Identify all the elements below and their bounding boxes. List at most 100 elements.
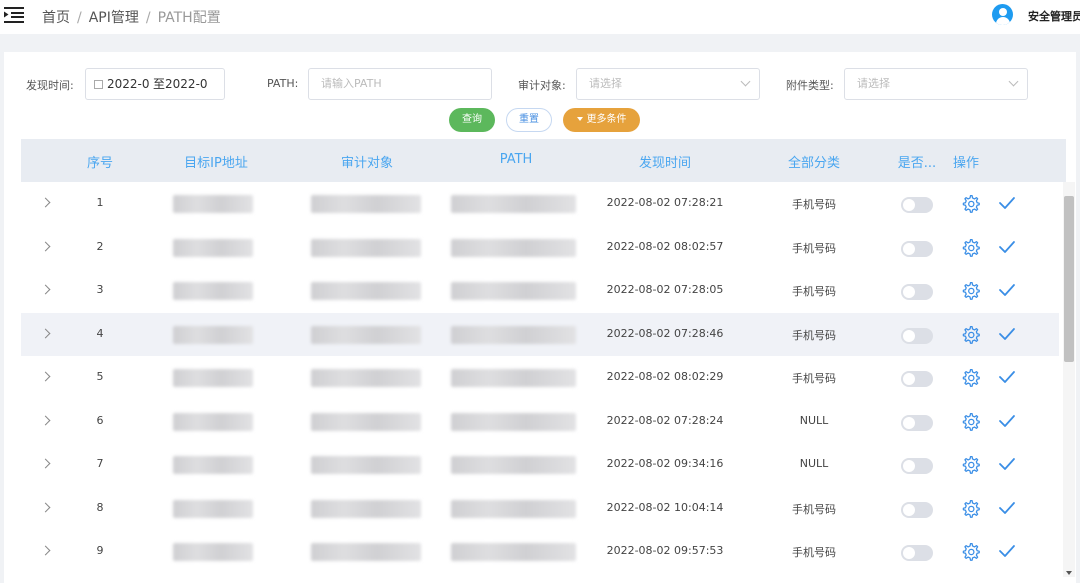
enable-toggle[interactable] [901,545,933,561]
col-target-ip: 目标IP地址 [184,156,248,171]
row-time: 2022-08-02 07:28:24 [606,413,724,427]
more-conditions-label: 更多条件 [586,114,627,125]
table-row[interactable]: 2 2022-08-02 08:02:57 手机号码 [21,226,1059,270]
chevron-right-icon[interactable] [40,415,51,425]
attachment-type-select[interactable]: 请选择 [844,68,1028,100]
row-time: 2022-08-02 07:28:05 [606,283,724,296]
chevron-right-icon[interactable] [40,458,51,469]
gear-icon[interactable] [961,281,980,300]
table-header: 序号 目标IP地址 审计对象 PATH 发现时间 全部分类 是否... 操作 [21,139,1066,182]
breadcrumb-home[interactable]: 首页 [42,10,70,26]
row-category: 手机号码 [792,502,836,516]
table-row[interactable]: 5 2022-08-02 08:02:29 手机号码 [21,356,1059,400]
reset-button[interactable]: 重置 [506,108,552,132]
gear-icon[interactable] [961,499,980,518]
gear-icon[interactable] [961,238,980,257]
redacted-ip [173,543,253,561]
caret-down-icon [576,117,583,121]
chevron-right-icon[interactable] [40,371,51,382]
row-index: 3 [96,283,104,296]
row-time: 2022-08-02 07:28:21 [606,196,724,209]
check-icon[interactable] [998,456,1016,472]
date-range-picker[interactable]: 2022-0 至2022-0 [85,68,225,100]
check-icon[interactable] [998,543,1016,559]
row-index: 2 [96,239,104,253]
check-icon[interactable] [998,369,1016,385]
redacted-ip [173,369,253,387]
row-category: 手机号码 [792,328,836,342]
gear-icon[interactable] [961,194,980,213]
row-index: 6 [96,413,104,427]
breadcrumb-separator: / [77,10,82,26]
attachment-type-label: 附件类型: [786,79,834,92]
redacted-audit-target [311,369,421,387]
row-index: 8 [96,500,104,514]
query-button[interactable]: 查询 [449,108,495,132]
col-category[interactable]: 全部分类 [788,152,840,171]
redacted-path [451,543,576,561]
enable-toggle[interactable] [901,458,933,474]
table-scrollbar[interactable] [1063,182,1075,577]
row-time: 2022-08-02 08:02:29 [606,370,724,383]
redacted-path [451,369,576,387]
table-row[interactable]: 1 2022-08-02 07:28:21 手机号码 [21,182,1059,226]
redacted-audit-target [311,325,421,344]
more-conditions-button[interactable]: 更多条件 [563,108,640,132]
date-separator: 至 [153,77,166,91]
path-input[interactable]: 请输入PATH [308,68,492,100]
audit-target-placeholder: 请选择 [589,77,622,90]
date-start-value: 2022-0 [107,77,150,91]
enable-toggle[interactable] [901,501,933,518]
user-icon[interactable] [992,4,1013,25]
check-icon[interactable] [998,326,1016,342]
table-row[interactable]: 8 2022-08-02 10:04:14 手机号码 [21,487,1059,531]
breadcrumb-api[interactable]: API管理 [89,10,139,26]
main-panel: 发现时间: 2022-0 至2022-0 PATH: 请输入PATH 审计对象:… [4,52,1076,583]
gear-icon[interactable] [961,455,980,474]
attachment-type-placeholder: 请选择 [857,77,890,90]
chevron-right-icon[interactable] [40,241,51,251]
table-row[interactable]: 9 2022-08-02 09:57:53 手机号码 [21,530,1059,574]
scroll-down-arrow-icon[interactable] [1066,571,1072,575]
audit-target-select[interactable]: 请选择 [576,68,760,100]
menu-fold-icon[interactable] [4,6,24,24]
enable-toggle[interactable] [901,414,933,431]
table-row[interactable]: 3 2022-08-02 07:28:05 手机号码 [21,269,1059,313]
check-icon[interactable] [998,413,1016,429]
scrollbar-thumb[interactable] [1064,196,1074,362]
gear-icon[interactable] [961,542,980,561]
path-label: PATH: [267,77,299,90]
chevron-right-icon[interactable] [40,284,51,295]
chevron-down-icon [1008,76,1019,87]
table-row[interactable]: 6 2022-08-02 07:28:24 NULL [21,400,1059,444]
row-time: 2022-08-02 10:04:14 [606,500,724,514]
chevron-right-icon[interactable] [40,502,51,512]
enable-toggle[interactable] [901,240,933,257]
check-icon[interactable] [998,195,1016,211]
top-bar: 首页 / API管理 / PATH配置 安全管理员 [0,0,1080,34]
table-row[interactable]: 4 2022-08-02 07:28:46 手机号码 [21,312,1059,356]
redacted-audit-target [311,412,421,431]
user-name[interactable]: 安全管理员 [1028,8,1080,24]
row-index: 9 [96,544,104,557]
chevron-right-icon[interactable] [40,328,51,338]
enable-toggle[interactable] [901,284,933,300]
gear-icon[interactable] [961,368,980,387]
row-index: 1 [96,196,104,209]
enable-toggle[interactable] [901,327,933,344]
chevron-right-icon[interactable] [40,197,51,208]
enable-toggle[interactable] [901,197,933,213]
chevron-right-icon[interactable] [40,545,51,556]
redacted-audit-target [311,456,421,474]
check-icon[interactable] [998,239,1016,255]
check-icon[interactable] [998,282,1016,298]
gear-icon[interactable] [961,325,980,344]
redacted-audit-target [311,195,421,213]
row-index: 7 [96,457,104,470]
check-icon[interactable] [998,500,1016,516]
col-index: 序号 [86,156,114,171]
col-audit-target: 审计对象 [340,156,394,171]
enable-toggle[interactable] [901,371,933,387]
gear-icon[interactable] [961,412,980,431]
table-row[interactable]: 7 2022-08-02 09:34:16 NULL [21,443,1059,487]
